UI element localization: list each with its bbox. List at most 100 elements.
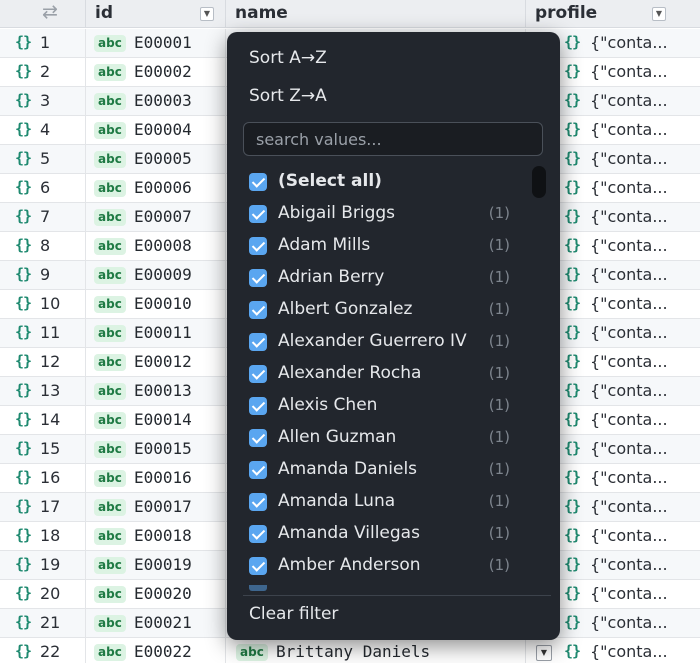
filter-option[interactable]: Amanda Villegas (1) [227,518,560,550]
row-index: 16 [40,468,61,487]
checkbox-checked-icon[interactable] [249,301,267,319]
search-values-input[interactable] [243,122,543,156]
id-cell[interactable]: abc E00022 [86,638,226,663]
id-cell[interactable]: abc E00012 [86,348,226,377]
string-type-badge: abc [94,470,126,487]
object-icon: {} [564,468,581,486]
filter-option[interactable]: Adam Mills (1) [227,230,560,262]
profile-value: {"conta... [590,91,668,110]
id-cell[interactable]: abc E00016 [86,464,226,493]
index-cell[interactable]: {} 1 [6,29,86,58]
index-cell[interactable]: {} 14 [6,406,86,435]
id-cell[interactable]: abc E00013 [86,377,226,406]
object-icon: {} [15,236,32,254]
index-cell[interactable]: {} 16 [6,464,86,493]
id-cell[interactable]: abc E00015 [86,435,226,464]
profile-value: {"conta... [590,381,668,400]
filter-option[interactable]: Amanda Daniels (1) [227,454,560,486]
grid-header: ⇄ id ▼ name profile ▼ [0,0,700,28]
id-value: E00017 [134,497,192,516]
filter-option[interactable]: Alexis Chen (1) [227,390,560,422]
id-cell[interactable]: abc E00001 [86,29,226,58]
index-cell[interactable]: {} 10 [6,290,86,319]
id-cell[interactable]: abc E00021 [86,609,226,638]
id-value: E00018 [134,526,192,545]
id-cell[interactable]: abc E00004 [86,116,226,145]
id-cell[interactable]: abc E00018 [86,522,226,551]
index-cell[interactable]: {} 4 [6,116,86,145]
filter-option[interactable]: Alexander Rocha (1) [227,358,560,390]
clear-filter-item[interactable]: Clear filter [249,604,338,624]
header-id[interactable]: id ▼ [86,0,226,28]
index-cell[interactable]: {} 15 [6,435,86,464]
header-name[interactable]: name [226,0,526,28]
checkbox-checked-icon[interactable] [249,429,267,447]
sort-desc-item[interactable]: Sort Z→A [249,86,327,106]
header-index[interactable]: ⇄ [6,0,86,28]
index-cell[interactable]: {} 17 [6,493,86,522]
index-cell[interactable]: {} 7 [6,203,86,232]
id-cell[interactable]: abc E00010 [86,290,226,319]
id-cell[interactable]: abc E00011 [86,319,226,348]
index-cell[interactable]: {} 6 [6,174,86,203]
id-cell[interactable]: abc E00003 [86,87,226,116]
sort-asc-item[interactable]: Sort A→Z [249,48,327,68]
filter-option[interactable]: Amber Anderson (1) [227,550,560,582]
checkbox-checked-icon[interactable] [249,173,267,191]
index-cell[interactable]: {} 12 [6,348,86,377]
string-type-badge: abc [94,35,126,52]
swap-icon[interactable]: ⇄ [42,1,58,23]
filter-option[interactable]: Albert Gonzalez (1) [227,294,560,326]
id-cell[interactable]: abc E00002 [86,58,226,87]
checkbox-checked-icon[interactable] [249,365,267,383]
index-cell[interactable]: {} 22 [6,638,86,663]
checkbox-checked-icon[interactable] [249,237,267,255]
id-cell[interactable]: abc E00014 [86,406,226,435]
id-cell[interactable]: abc E00019 [86,551,226,580]
id-cell[interactable]: abc E00017 [86,493,226,522]
checkbox-checked-icon[interactable] [249,333,267,351]
index-cell[interactable]: {} 20 [6,580,86,609]
id-cell[interactable]: abc E00006 [86,174,226,203]
index-cell[interactable]: {} 3 [6,87,86,116]
filter-option[interactable]: Adrian Berry (1) [227,262,560,294]
name-cell[interactable]: abc Brittany Daniels [226,638,526,663]
index-cell[interactable]: {} 11 [6,319,86,348]
scrollbar-thumb[interactable] [532,166,546,198]
filter-option[interactable]: Amanda Luna (1) [227,486,560,518]
index-cell[interactable]: {} 9 [6,261,86,290]
values-list[interactable]: (Select all) Abigail Briggs (1) Adam Mills… [227,166,560,592]
index-cell[interactable]: {} 5 [6,145,86,174]
table-row[interactable]: {} 22 abc E00022 abc Brittany Daniels {} {"cont… [0,638,700,663]
chevron-down-icon[interactable]: ▼ [652,7,666,21]
index-cell[interactable]: {} 21 [6,609,86,638]
select-all-option[interactable]: (Select all) [227,166,560,198]
checkbox-checked-icon[interactable] [249,525,267,543]
checkbox-checked-icon[interactable] [249,397,267,415]
chevron-down-icon[interactable]: ▼ [200,7,214,21]
index-cell[interactable]: {} 2 [6,58,86,87]
index-cell[interactable]: {} 8 [6,232,86,261]
id-cell[interactable]: abc E00009 [86,261,226,290]
index-cell[interactable]: {} 13 [6,377,86,406]
checkbox-checked-icon[interactable] [249,205,267,223]
id-cell[interactable]: abc E00008 [86,232,226,261]
header-profile[interactable]: profile ▼ [526,0,700,28]
checkbox-checked-icon[interactable] [249,557,267,575]
checkbox-checked-icon[interactable] [249,493,267,511]
checkbox-checked-icon[interactable] [249,269,267,287]
index-cell[interactable]: {} 18 [6,522,86,551]
option-label: Adrian Berry [278,267,385,287]
id-cell[interactable]: abc E00005 [86,145,226,174]
filter-option[interactable]: Allen Guzman (1) [227,422,560,454]
id-cell[interactable]: abc E00020 [86,580,226,609]
checkbox-checked-icon[interactable] [249,461,267,479]
profile-value: {"conta... [590,526,668,545]
profile-cell[interactable]: {} {"conta... [526,638,700,663]
index-cell[interactable]: {} 19 [6,551,86,580]
filter-option[interactable]: Abigail Briggs (1) [227,198,560,230]
filter-option[interactable]: Alexander Guerrero IV (1) [227,326,560,358]
chevron-down-icon[interactable]: ▼ [536,645,552,661]
id-cell[interactable]: abc E00007 [86,203,226,232]
id-value: E00007 [134,207,192,226]
